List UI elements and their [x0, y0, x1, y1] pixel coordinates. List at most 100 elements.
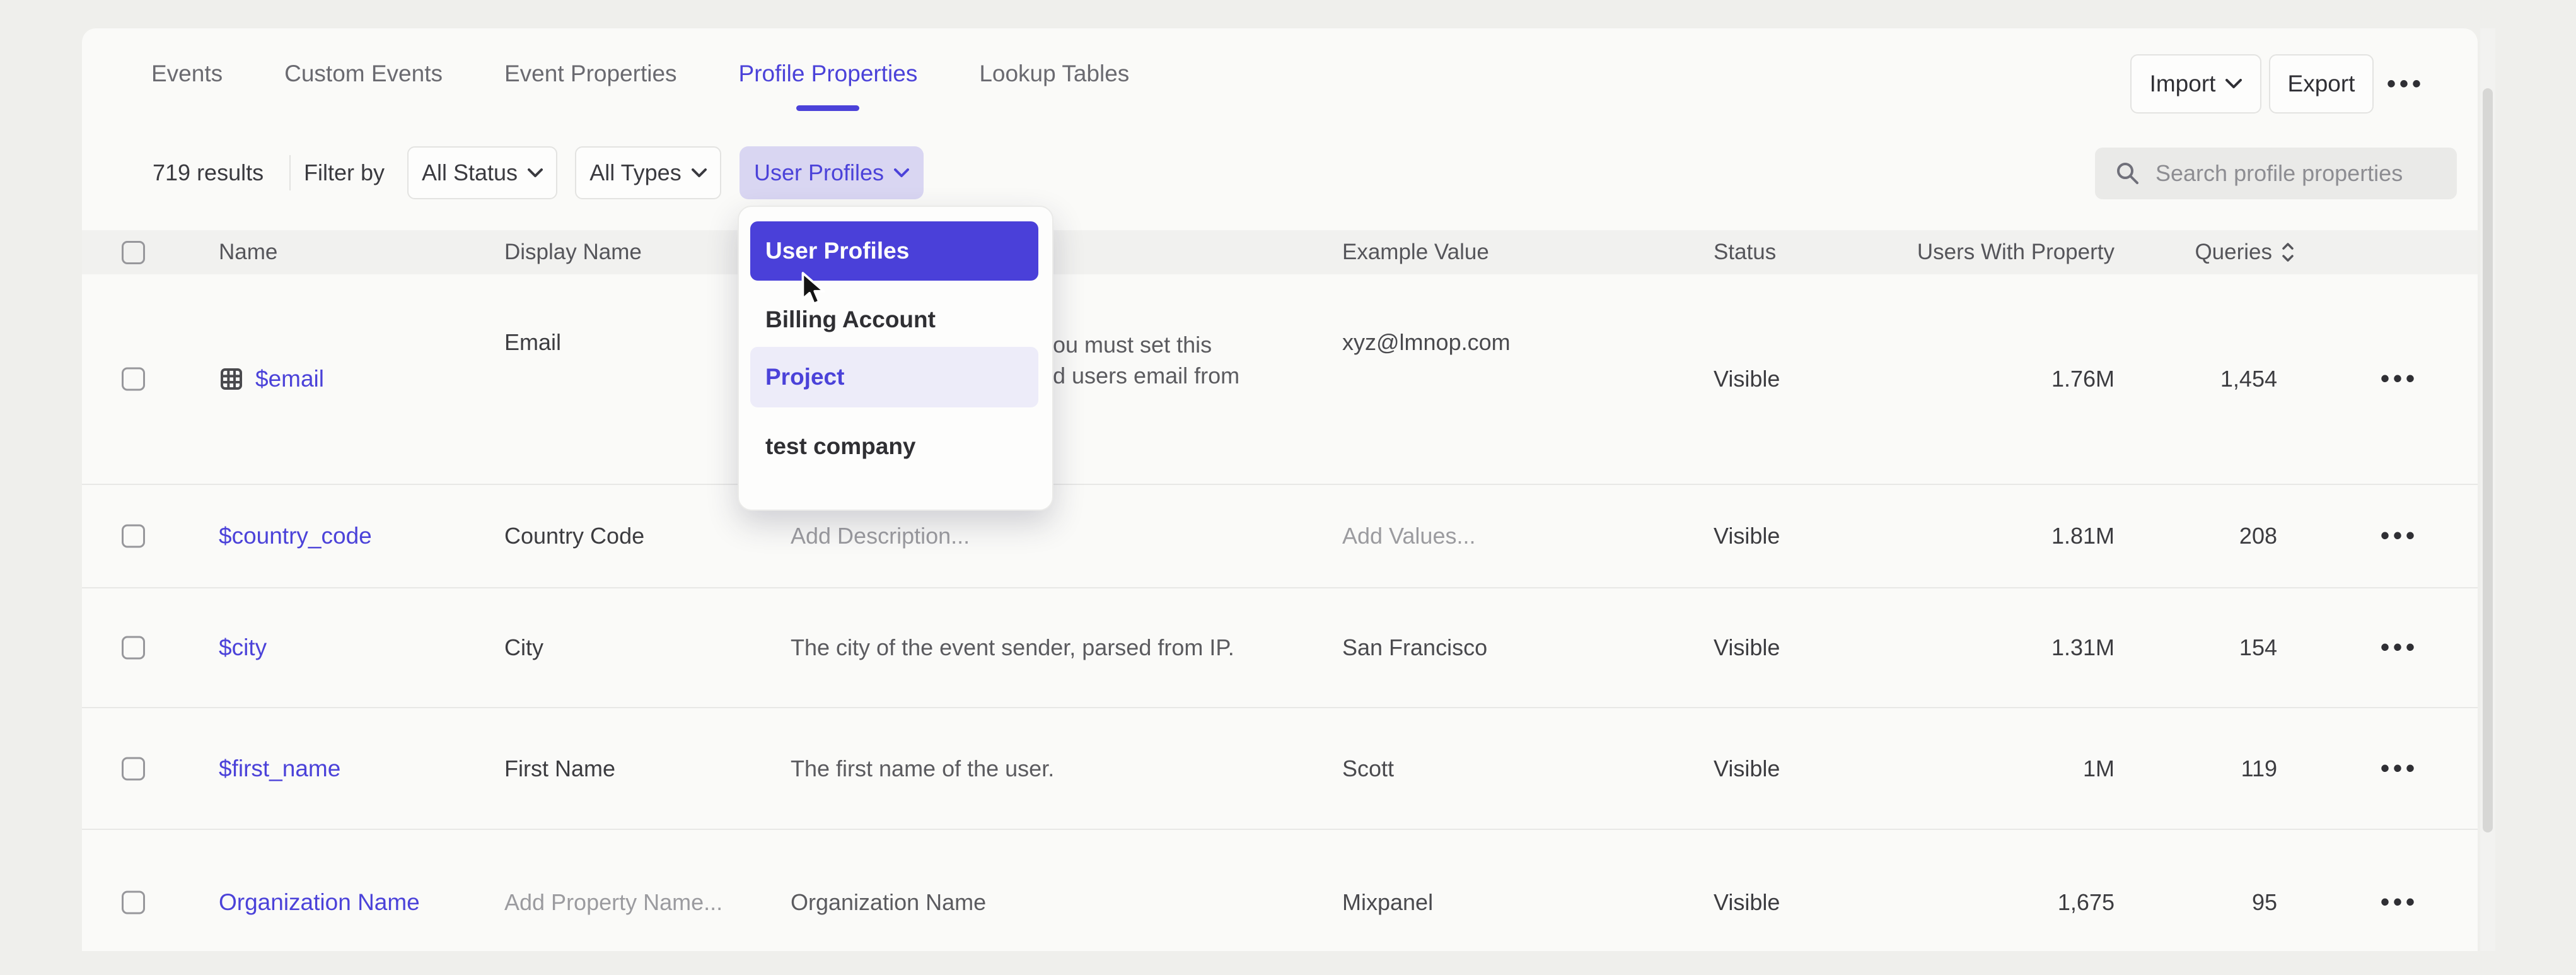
tab-bar: Events Custom Events Event Properties Profi…	[82, 28, 2478, 119]
chevron-down-icon	[894, 168, 909, 178]
table-row-city: $city City The city of the event sender, p…	[82, 588, 2478, 708]
chevron-down-icon	[692, 168, 707, 178]
type-filter-button[interactable]: All Types	[575, 146, 721, 199]
checkbox[interactable]	[122, 368, 145, 391]
checkbox[interactable]	[122, 757, 145, 780]
property-name-link[interactable]: $country_code	[219, 523, 372, 549]
row-checkbox[interactable]	[122, 891, 145, 914]
property-name-label: $country_code	[219, 523, 372, 549]
import-button-label: Import	[2150, 71, 2216, 97]
table-body: $email Email ou must set thisd users email…	[82, 274, 2478, 975]
column-header-example-value: Example Value	[1342, 230, 1489, 274]
column-header-name: Name	[219, 230, 277, 274]
property-name-label: $city	[219, 634, 267, 661]
checkbox[interactable]	[122, 891, 145, 914]
description-field[interactable]: The first name of the user.	[791, 756, 1054, 782]
row-checkbox[interactable]	[122, 525, 145, 548]
dropdown-item-user-profiles[interactable]: User Profiles	[750, 221, 1038, 281]
search-input[interactable]: Search profile properties	[2095, 148, 2457, 199]
checkbox[interactable]	[122, 636, 145, 660]
status-value: Visible	[1714, 366, 1780, 392]
column-header-queries[interactable]: Queries	[2195, 230, 2295, 274]
checkbox[interactable]	[122, 525, 145, 548]
tab-event-properties[interactable]: Event Properties	[504, 28, 677, 119]
display-name-field[interactable]: Add Property Name...	[504, 889, 722, 916]
divider	[289, 155, 291, 190]
property-name-link[interactable]: $first_name	[219, 756, 340, 782]
display-name-field[interactable]: City	[504, 634, 543, 661]
table-row-organization-name: Organization Name Add Property Name... Org…	[82, 830, 2478, 975]
queries-value: 154	[2239, 634, 2277, 661]
description-fragment: ou must set this	[1053, 329, 1239, 360]
tab-profile-properties[interactable]: Profile Properties	[739, 28, 918, 119]
status-value: Visible	[1714, 889, 1780, 916]
export-button[interactable]: Export	[2269, 54, 2374, 114]
property-name-label: Organization Name	[219, 889, 420, 916]
filter-bar: 719 results Filter by All Status All Typ…	[82, 146, 2478, 199]
row-checkbox[interactable]	[122, 636, 145, 660]
row-actions-button[interactable]: •••	[2381, 365, 2418, 394]
column-header-display-name: Display Name	[504, 230, 642, 274]
status-value: Visible	[1714, 634, 1780, 661]
users-with-property-value: 1.31M	[2051, 634, 2115, 661]
type-filter-label: All Types	[589, 160, 681, 186]
display-name-field[interactable]: Email	[504, 329, 561, 356]
dropdown-item-billing-account[interactable]: Billing Account	[750, 293, 1038, 347]
description-field[interactable]: Add Description...	[791, 523, 970, 549]
filter-by-label: Filter by	[304, 146, 385, 199]
entity-filter-dropdown: User Profiles Billing AccountProject test …	[738, 206, 1053, 511]
property-name-link[interactable]: $email	[219, 366, 324, 392]
queries-value: 119	[2241, 756, 2277, 782]
queries-value: 95	[2252, 889, 2277, 916]
example-value-field[interactable]: Mixpanel	[1342, 889, 1433, 916]
entity-filter-button[interactable]: User Profiles	[740, 146, 924, 199]
queries-value: 208	[2239, 523, 2277, 549]
row-actions-button[interactable]: •••	[2381, 634, 2418, 662]
tab-events[interactable]: Events	[151, 28, 223, 119]
tab-lookup-tables[interactable]: Lookup Tables	[979, 28, 1129, 119]
property-name-label: $email	[255, 366, 324, 392]
dropdown-item-test-company[interactable]: test company	[750, 416, 1038, 477]
search-icon	[2114, 160, 2142, 187]
row-checkbox[interactable]	[122, 757, 145, 780]
users-with-property-value: 1.76M	[2051, 366, 2115, 392]
status-filter-label: All Status	[422, 160, 518, 186]
row-checkbox[interactable]	[122, 368, 145, 391]
display-name-field[interactable]: First Name	[504, 756, 615, 782]
description-field[interactable]: ou must set thisd users email from	[1053, 329, 1239, 391]
queries-header-label: Queries	[2195, 240, 2272, 265]
export-button-label: Export	[2288, 71, 2355, 97]
example-value-field[interactable]: xyz@lmnop.com	[1342, 329, 1511, 356]
column-header-users-with-property: Users With Property	[1917, 230, 2115, 274]
sort-icon	[2281, 241, 2295, 264]
scrollbar-thumb[interactable]	[2483, 88, 2493, 832]
status-filter-button[interactable]: All Status	[407, 146, 557, 199]
property-name-link[interactable]: Organization Name	[219, 889, 420, 916]
row-actions-button[interactable]: •••	[2381, 522, 2418, 551]
search-placeholder: Search profile properties	[2155, 160, 2403, 187]
chevron-down-icon	[528, 168, 543, 178]
property-name-link[interactable]: $city	[219, 634, 267, 661]
row-actions-button[interactable]: •••	[2381, 889, 2418, 917]
example-value-field[interactable]: Add Values...	[1342, 523, 1475, 549]
profile-properties-panel: Events Custom Events Event Properties Profi…	[82, 28, 2478, 951]
column-header-status: Status	[1714, 230, 1776, 274]
display-name-field[interactable]: Country Code	[504, 523, 644, 549]
status-value: Visible	[1714, 756, 1780, 782]
dropdown-item-project[interactable]: Project	[750, 347, 1038, 407]
table-header-row: Name Display Name Example Value Status U…	[82, 230, 2478, 274]
results-count: 719 results	[153, 146, 264, 199]
chevron-down-icon	[2225, 79, 2242, 89]
status-value: Visible	[1714, 523, 1780, 549]
table-row-first-name: $first_name First Name The first name of t…	[82, 708, 2478, 830]
users-with-property-value: 1.81M	[2051, 523, 2115, 549]
tab-custom-events[interactable]: Custom Events	[284, 28, 443, 119]
description-field[interactable]: Organization Name	[791, 889, 986, 916]
description-field[interactable]: The city of the event sender, parsed fro…	[791, 634, 1234, 661]
more-actions-button[interactable]: •••	[2368, 54, 2444, 114]
example-value-field[interactable]: San Francisco	[1342, 634, 1487, 661]
example-value-field[interactable]: Scott	[1342, 756, 1394, 782]
row-actions-button[interactable]: •••	[2381, 754, 2418, 783]
select-all-checkbox[interactable]	[122, 230, 145, 274]
import-button[interactable]: Import	[2130, 54, 2261, 114]
